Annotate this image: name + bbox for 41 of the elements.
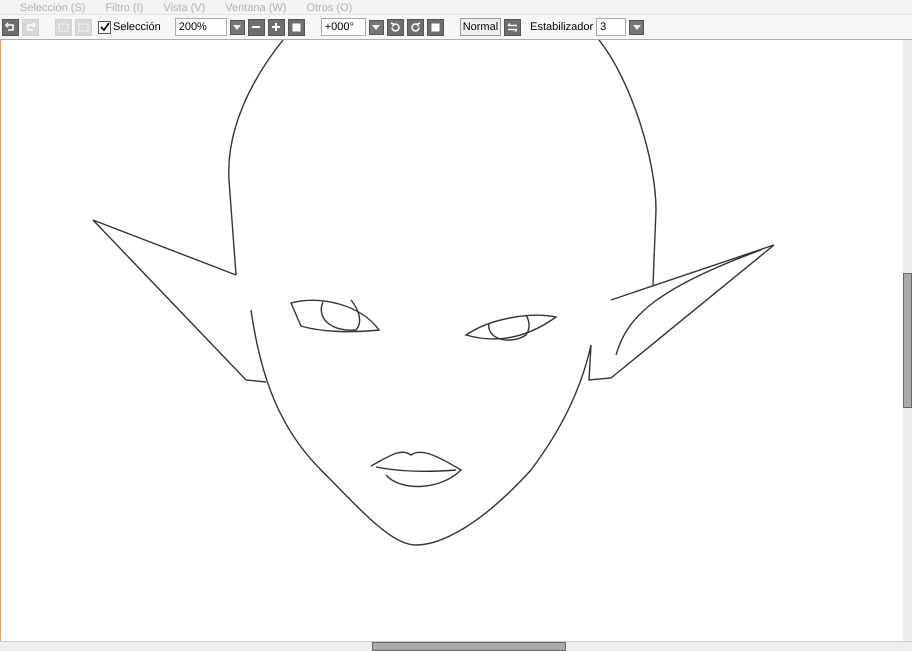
horizontal-scrollbar[interactable] (0, 641, 912, 651)
rotate-right-button[interactable] (406, 18, 424, 36)
zoom-in-button[interactable] (268, 18, 285, 36)
scrollbar-thumb[interactable] (372, 642, 566, 651)
menu-item[interactable]: Selección (S) (20, 2, 86, 14)
menu-item[interactable]: Ventana (W) (225, 2, 286, 14)
undo-button[interactable] (2, 18, 19, 36)
caret-icon (372, 24, 380, 30)
zoom-dropdown-button[interactable] (230, 20, 245, 34)
caret-icon (632, 24, 641, 30)
square-icon (292, 22, 301, 32)
rotate-left-button[interactable] (386, 18, 404, 36)
rotation-reset-button[interactable] (426, 18, 444, 36)
selection-icon (78, 22, 89, 32)
vertical-scrollbar[interactable] (903, 40, 912, 641)
rotate-left-icon (390, 22, 401, 32)
square-icon (430, 22, 440, 32)
selection-label: Selección (113, 20, 161, 35)
flip-icon (507, 22, 518, 32)
normal-button[interactable]: Normal (460, 18, 502, 36)
menu-item[interactable]: Vista (V) (163, 2, 206, 14)
redo-icon (25, 22, 36, 32)
zoom-out-button[interactable] (248, 18, 265, 36)
flip-button[interactable] (504, 18, 522, 36)
check-icon (100, 22, 110, 32)
stabilizer-field[interactable]: 3 (596, 18, 626, 36)
selection-icon (58, 22, 69, 32)
rotation-field[interactable]: +000° (320, 18, 366, 36)
undo-icon (5, 22, 16, 32)
stabilizer-label: Estabilizador (530, 20, 594, 35)
menu-item[interactable]: Otros (O) (306, 2, 352, 14)
menu-item[interactable]: Filtro (I) (105, 2, 144, 14)
rotation-dropdown-button[interactable] (368, 20, 384, 34)
plus-icon (271, 22, 282, 32)
scrollbar-thumb[interactable] (903, 273, 912, 408)
zoom-field[interactable]: 200% (174, 18, 227, 36)
selection-checkbox[interactable] (98, 20, 111, 34)
rotate-right-icon (410, 22, 421, 32)
stabilizer-dropdown-button[interactable] (629, 20, 644, 34)
caret-icon (233, 24, 242, 30)
zoom-reset-button[interactable] (288, 18, 305, 36)
